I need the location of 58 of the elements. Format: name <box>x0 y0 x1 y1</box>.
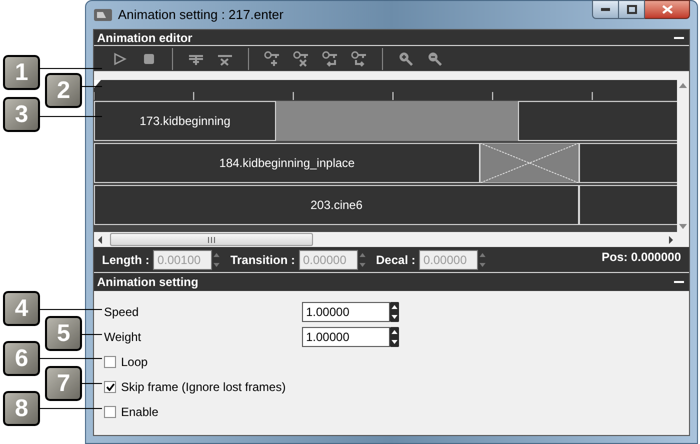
key-arrow-icon[interactable] <box>322 50 338 66</box>
leader-line <box>81 334 102 335</box>
scroll-right-icon[interactable] <box>669 236 673 244</box>
callout-number: 1 <box>3 55 40 90</box>
play-icon[interactable] <box>112 50 128 66</box>
callout-number: 3 <box>3 97 40 132</box>
key-arrow-icon[interactable] <box>351 50 367 66</box>
leader-line <box>39 68 102 69</box>
animation-clip[interactable]: 173.kidbeginning <box>94 101 276 141</box>
scroll-down-icon[interactable] <box>679 224 687 229</box>
minimize-button[interactable] <box>592 0 619 19</box>
crossed-block[interactable] <box>480 143 579 183</box>
grip-icon <box>208 236 215 242</box>
leader-line <box>39 116 102 117</box>
checkmark-icon <box>106 382 114 390</box>
callout-number: 5 <box>45 316 82 351</box>
maximize-button[interactable] <box>619 0 645 19</box>
spinner-arrows-icon[interactable] <box>390 326 399 346</box>
leader-line <box>39 309 102 310</box>
key-plus-icon[interactable] <box>264 50 280 66</box>
field-label: Decal : <box>376 252 416 268</box>
callout-number: 8 <box>3 391 40 426</box>
scroll-thumb[interactable] <box>110 233 313 246</box>
app-icon <box>94 8 112 22</box>
leader-line <box>39 358 102 359</box>
field-label: Length : <box>102 252 150 268</box>
checkbox[interactable] <box>104 380 116 392</box>
leader-line <box>39 408 102 409</box>
setting-label: Speed <box>104 304 140 320</box>
callout-number: 2 <box>45 73 82 108</box>
close-button[interactable] <box>645 0 690 19</box>
field-label: Transition : <box>230 252 295 268</box>
checkbox[interactable] <box>104 406 116 418</box>
setting-label: Weight <box>104 328 142 346</box>
leader-line <box>81 383 102 384</box>
zoom-out-icon[interactable] <box>427 50 443 66</box>
checkbox-label[interactable]: Enable <box>121 402 158 420</box>
zoom-in-icon[interactable] <box>398 50 414 66</box>
minimize-icon <box>601 8 610 11</box>
key-x-icon[interactable] <box>293 50 309 66</box>
scroll-left-icon[interactable] <box>98 236 102 244</box>
scroll-up-icon[interactable] <box>679 83 687 88</box>
window-title: Animation setting : 217.enter <box>118 6 284 24</box>
checkbox-label[interactable]: Skip frame (Ignore lost frames) <box>121 378 286 396</box>
leader-line <box>81 86 102 87</box>
checkbox-label[interactable]: Loop <box>121 352 148 370</box>
position-readout: Pos: 0.000000 <box>602 249 681 266</box>
checkbox[interactable] <box>104 356 116 368</box>
spinner-arrows-icon[interactable] <box>390 302 399 322</box>
close-icon <box>662 5 672 14</box>
callout-number: 7 <box>45 366 82 401</box>
animation-clip[interactable]: 184.kidbeginning_inplace <box>94 143 480 183</box>
animation-clip[interactable]: 203.cine6 <box>94 185 579 225</box>
maximize-icon <box>626 5 636 14</box>
callout-number: 6 <box>3 341 40 376</box>
callout-number: 4 <box>3 291 40 326</box>
panel-title: Animation setting <box>97 274 200 291</box>
panel-title: Animation editor <box>97 30 194 46</box>
